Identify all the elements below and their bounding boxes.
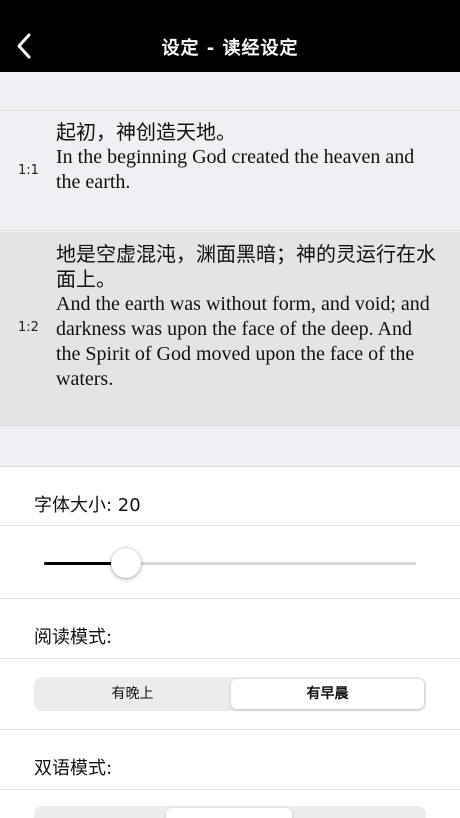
settings-panel: 字体大小: 20 阅读模式: 有晚上 有早晨 双语模式: [0,467,460,818]
verse-english-text: In the beginning God created the heaven … [56,146,415,193]
verse-preview-row-highlighted[interactable]: 1:2 地是空虚混沌，渊面黑暗；神的灵运行在水面上。 And the earth… [0,232,460,426]
bilingual-mode-segmented-control [34,806,426,818]
bilingual-mode-option-selected[interactable] [166,808,292,818]
reading-mode-row: 阅读模式: [0,599,460,659]
section-spacer-top [0,72,460,111]
verse-english-text: And the earth was without form, and void… [56,293,430,390]
verse-preview-row[interactable]: 1:1 起初，神创造天地。 In the beginning God creat… [0,111,460,231]
bilingual-mode-row: 双语模式: [0,730,460,790]
verse-reference: 1:2 [18,320,39,335]
reading-mode-label: 阅读模式: [34,627,113,648]
reading-mode-option-morning[interactable]: 有早晨 [231,679,424,709]
verse-reference: 1:1 [18,163,39,178]
verse-text: 地是空虚混沌，渊面黑暗；神的灵运行在水面上。 And the earth was… [56,242,438,392]
font-size-row: 字体大小: 20 [0,467,460,526]
verse-chinese-text: 地是空虚混沌，渊面黑暗；神的灵运行在水面上。 [56,242,436,291]
reading-mode-segmented-control: 有晚上 有早晨 [34,677,426,711]
font-size-label: 字体大小: 20 [34,495,141,516]
font-size-slider-row [0,526,460,599]
bilingual-mode-segment-row [0,790,460,818]
bilingual-mode-label: 双语模式: [34,758,113,779]
app-root: 设定 - 读经设定 1:1 起初，神创造天地。 In the beginning… [0,0,460,818]
verse-text: 起初，神创造天地。 In the beginning God created t… [56,120,438,195]
slider-thumb[interactable] [111,548,141,578]
verse-chinese-text: 起初，神创造天地。 [56,120,236,144]
reading-mode-option-night[interactable]: 有晚上 [36,679,229,709]
section-spacer-mid [0,427,460,467]
reading-mode-segment-row: 有晚上 有早晨 [0,659,460,730]
page-title: 设定 - 读经设定 [161,38,299,59]
font-size-slider[interactable] [44,548,416,578]
navigation-bar: 设定 - 读经设定 [0,0,460,72]
